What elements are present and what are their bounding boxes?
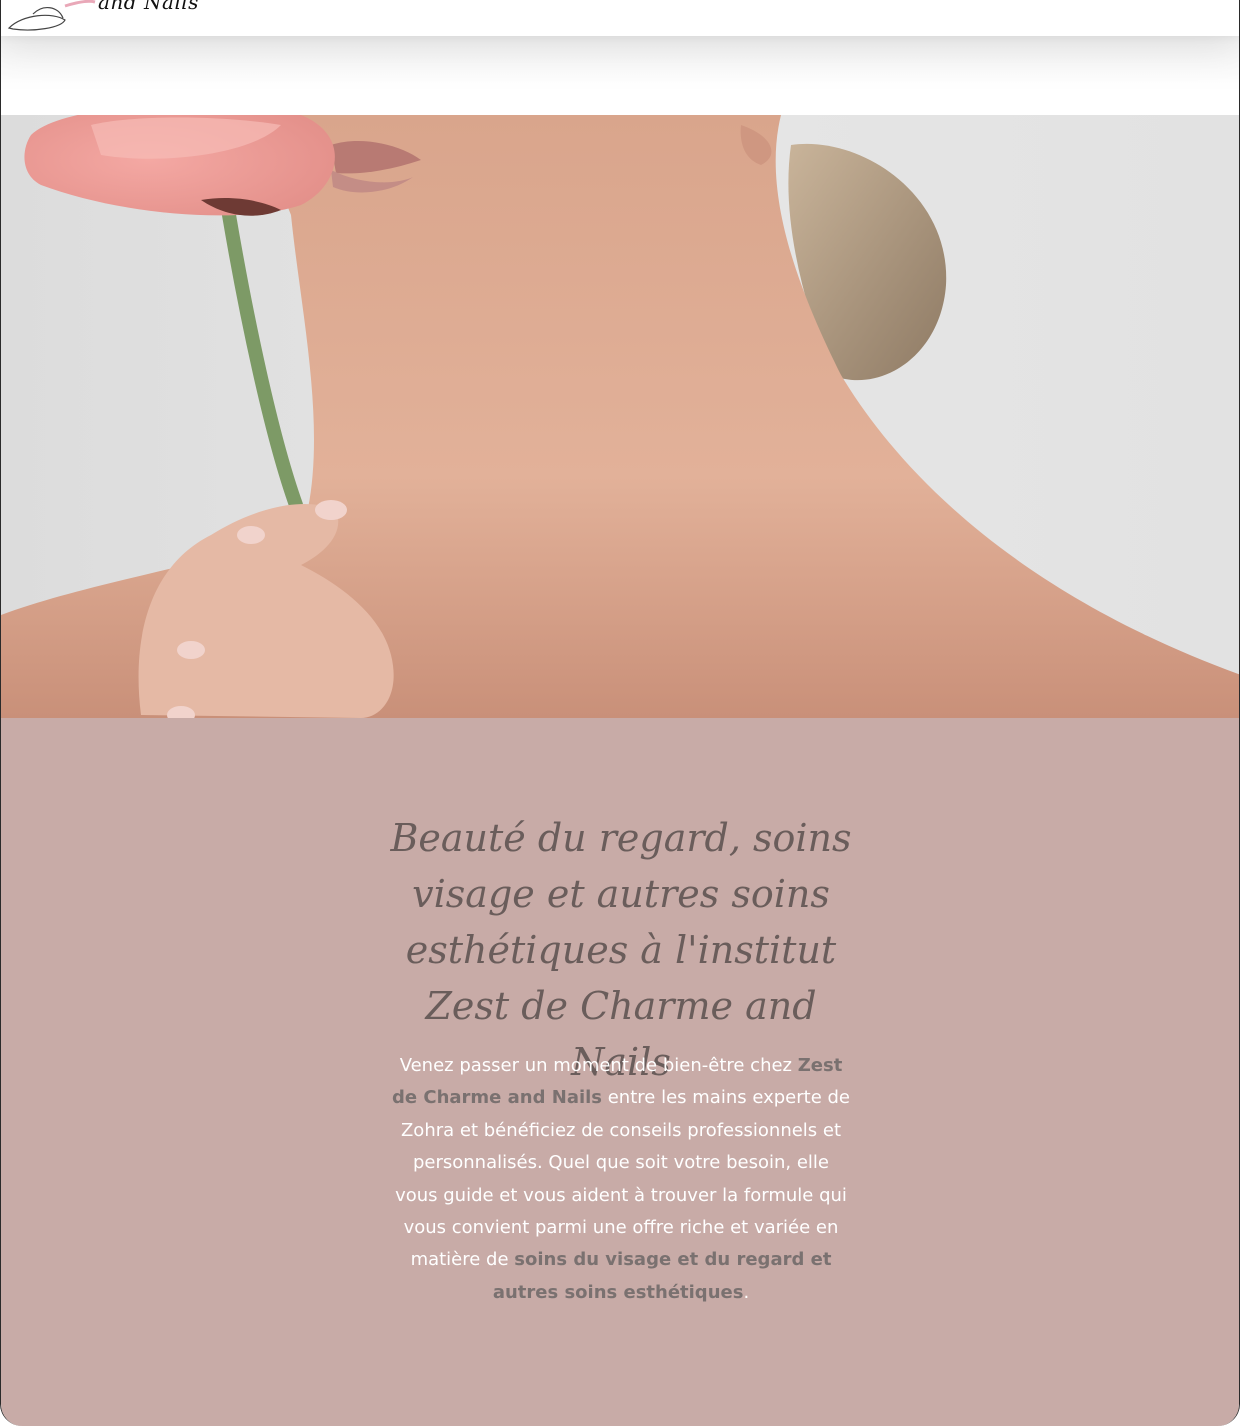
intro-text-2: entre les mains experte de Zohra et béné… bbox=[395, 1087, 850, 1271]
site-header: and Nails bbox=[1, 0, 1239, 36]
intro-text-end: . bbox=[743, 1281, 750, 1303]
section-title: Beauté du regard, soins visage et autres… bbox=[390, 816, 852, 1084]
hero-image bbox=[1, 115, 1239, 718]
logo-text: and Nails bbox=[98, 0, 199, 14]
page-frame: and Nails Beauté du regard, soins visage… bbox=[0, 0, 1240, 1426]
services-link[interactable]: soins du visage et du regard et autres s… bbox=[493, 1249, 832, 1302]
header-spacer bbox=[1, 36, 1239, 115]
intro-text-1: Venez passer un moment de bien-être chez bbox=[399, 1055, 798, 1076]
hero-illustration bbox=[1, 115, 1239, 718]
intro-paragraph: Venez passer un moment de bien-être chez… bbox=[389, 1050, 853, 1309]
